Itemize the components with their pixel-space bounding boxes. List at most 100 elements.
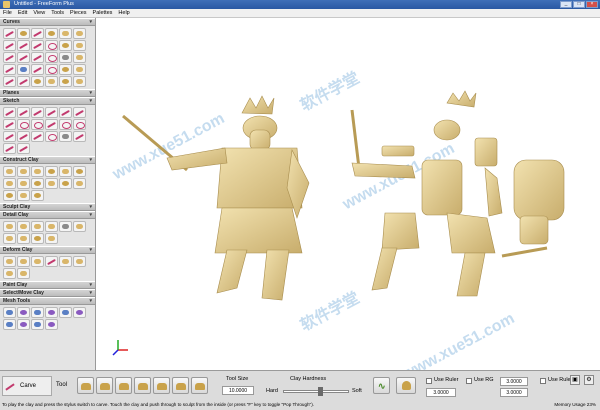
mesh-tool-icon[interactable] bbox=[59, 307, 72, 318]
detail-tool-icon[interactable] bbox=[73, 221, 86, 232]
curve-tool-icon[interactable] bbox=[45, 40, 58, 51]
sketch-tool-icon[interactable] bbox=[17, 143, 30, 154]
deform-tool-icon[interactable] bbox=[3, 268, 16, 279]
current-tool-display[interactable]: Carve bbox=[2, 376, 52, 396]
curve-tool-icon[interactable] bbox=[73, 40, 86, 51]
settings-icon[interactable]: ⚙ bbox=[584, 375, 594, 385]
deform-tool-icon[interactable] bbox=[3, 256, 16, 267]
section-sculpt-clay[interactable]: Sculpt Clay bbox=[0, 203, 95, 211]
construct-tool-icon[interactable] bbox=[31, 190, 44, 201]
deform-tool-icon[interactable] bbox=[59, 256, 72, 267]
mesh-tool-icon[interactable] bbox=[17, 319, 30, 330]
curve-tool-icon[interactable] bbox=[59, 64, 72, 75]
tool-size-input[interactable]: 10.0000 bbox=[222, 386, 254, 395]
curve-tool-icon[interactable] bbox=[17, 40, 30, 51]
deform-tool-icon[interactable] bbox=[45, 256, 58, 267]
curve-tool-icon[interactable] bbox=[31, 28, 44, 39]
sketch-tool-icon[interactable] bbox=[31, 131, 44, 142]
deform-tool-icon[interactable] bbox=[17, 256, 30, 267]
detail-tool-icon[interactable] bbox=[45, 221, 58, 232]
use-ruler-input[interactable]: 3.0000 bbox=[426, 388, 456, 397]
tool-variant-button[interactable] bbox=[172, 377, 189, 394]
section-deform-clay[interactable]: Deform Clay bbox=[0, 246, 95, 254]
lock-icon[interactable]: ▣ bbox=[570, 375, 580, 385]
deform-tool-icon[interactable] bbox=[31, 256, 44, 267]
mesh-tool-icon[interactable] bbox=[45, 307, 58, 318]
menu-edit[interactable]: Edit bbox=[18, 9, 27, 17]
sketch-tool-icon[interactable] bbox=[45, 119, 58, 130]
sketch-tool-icon[interactable] bbox=[31, 107, 44, 118]
mesh-tool-icon[interactable] bbox=[17, 307, 30, 318]
deform-tool-icon[interactable] bbox=[17, 268, 30, 279]
maximize-button[interactable]: □ bbox=[573, 1, 585, 8]
construct-tool-icon[interactable] bbox=[31, 166, 44, 177]
curve-tool-icon[interactable] bbox=[45, 52, 58, 63]
curve-tool-icon[interactable] bbox=[73, 76, 86, 87]
curve-tool-icon[interactable] bbox=[31, 64, 44, 75]
section-detail-clay[interactable]: Detail Clay bbox=[0, 211, 95, 219]
section-planes[interactable]: Planes bbox=[0, 89, 95, 97]
sketch-tool-icon[interactable] bbox=[59, 107, 72, 118]
mesh-tool-icon[interactable] bbox=[73, 307, 86, 318]
ruler-value-input[interactable]: 3.0000 bbox=[500, 377, 528, 386]
curve-tool-icon[interactable] bbox=[3, 40, 16, 51]
sketch-tool-icon[interactable] bbox=[3, 107, 16, 118]
curve-tool-icon[interactable] bbox=[17, 52, 30, 63]
menu-palettes[interactable]: Palettes bbox=[93, 9, 113, 17]
brush-shape-button[interactable]: ∿ bbox=[373, 377, 390, 394]
sketch-tool-icon[interactable] bbox=[59, 119, 72, 130]
detail-tool-icon[interactable] bbox=[17, 221, 30, 232]
sketch-tool-icon[interactable] bbox=[73, 107, 86, 118]
curve-tool-icon[interactable] bbox=[3, 76, 16, 87]
tool-variant-button[interactable] bbox=[134, 377, 151, 394]
sketch-tool-icon[interactable] bbox=[45, 131, 58, 142]
mesh-tool-icon[interactable] bbox=[31, 307, 44, 318]
curve-tool-icon[interactable] bbox=[45, 64, 58, 75]
mesh-tool-icon[interactable] bbox=[45, 319, 58, 330]
curve-tool-icon[interactable] bbox=[3, 28, 16, 39]
detail-tool-icon[interactable] bbox=[31, 233, 44, 244]
curve-tool-icon[interactable] bbox=[31, 52, 44, 63]
clay-hardness-thumb[interactable] bbox=[318, 387, 323, 396]
construct-tool-icon[interactable] bbox=[3, 166, 16, 177]
curve-tool-icon[interactable] bbox=[59, 52, 72, 63]
curve-tool-icon[interactable] bbox=[31, 76, 44, 87]
tool-variant-button[interactable] bbox=[96, 377, 113, 394]
construct-tool-icon[interactable] bbox=[59, 166, 72, 177]
sketch-tool-icon[interactable] bbox=[17, 131, 30, 142]
use-ruler-checkbox[interactable] bbox=[426, 378, 432, 384]
tool-variant-button[interactable] bbox=[115, 377, 132, 394]
construct-tool-icon[interactable] bbox=[17, 178, 30, 189]
sketch-tool-icon[interactable] bbox=[3, 131, 16, 142]
section-mesh-tools[interactable]: Mesh Tools bbox=[0, 297, 95, 305]
curve-tool-icon[interactable] bbox=[3, 64, 16, 75]
section-paint-clay[interactable]: Paint Clay bbox=[0, 281, 95, 289]
tool-variant-button[interactable] bbox=[153, 377, 170, 394]
construct-tool-icon[interactable] bbox=[59, 178, 72, 189]
section-sketch[interactable]: Sketch bbox=[0, 97, 95, 105]
menu-file[interactable]: File bbox=[3, 9, 12, 17]
menu-view[interactable]: View bbox=[33, 9, 45, 17]
section-construct-clay[interactable]: Construct Clay bbox=[0, 156, 95, 164]
use-ruler-2-checkbox[interactable] bbox=[540, 378, 546, 384]
construct-tool-icon[interactable] bbox=[17, 166, 30, 177]
menu-pieces[interactable]: Pieces bbox=[70, 9, 87, 17]
construct-tool-icon[interactable] bbox=[31, 178, 44, 189]
curve-tool-icon[interactable] bbox=[17, 64, 30, 75]
sketch-tool-icon[interactable] bbox=[59, 131, 72, 142]
curve-tool-icon[interactable] bbox=[45, 28, 58, 39]
construct-tool-icon[interactable] bbox=[3, 178, 16, 189]
curve-tool-icon[interactable] bbox=[73, 52, 86, 63]
use-rg-checkbox[interactable] bbox=[466, 378, 472, 384]
clay-hardness-slider[interactable] bbox=[283, 390, 349, 393]
sketch-tool-icon[interactable] bbox=[45, 107, 58, 118]
detail-tool-icon[interactable] bbox=[59, 221, 72, 232]
section-select-move-clay[interactable]: Select/Move Clay bbox=[0, 289, 95, 297]
section-curves[interactable]: Curves bbox=[0, 18, 95, 26]
menu-help[interactable]: Help bbox=[118, 9, 129, 17]
construct-tool-icon[interactable] bbox=[45, 178, 58, 189]
samurai-models[interactable] bbox=[97, 18, 600, 370]
3d-viewport[interactable]: 软件学堂 www.xue51.com www.xue51.com 软件学堂 ww… bbox=[97, 18, 600, 370]
curve-tool-icon[interactable] bbox=[17, 76, 30, 87]
sketch-tool-icon[interactable] bbox=[17, 107, 30, 118]
